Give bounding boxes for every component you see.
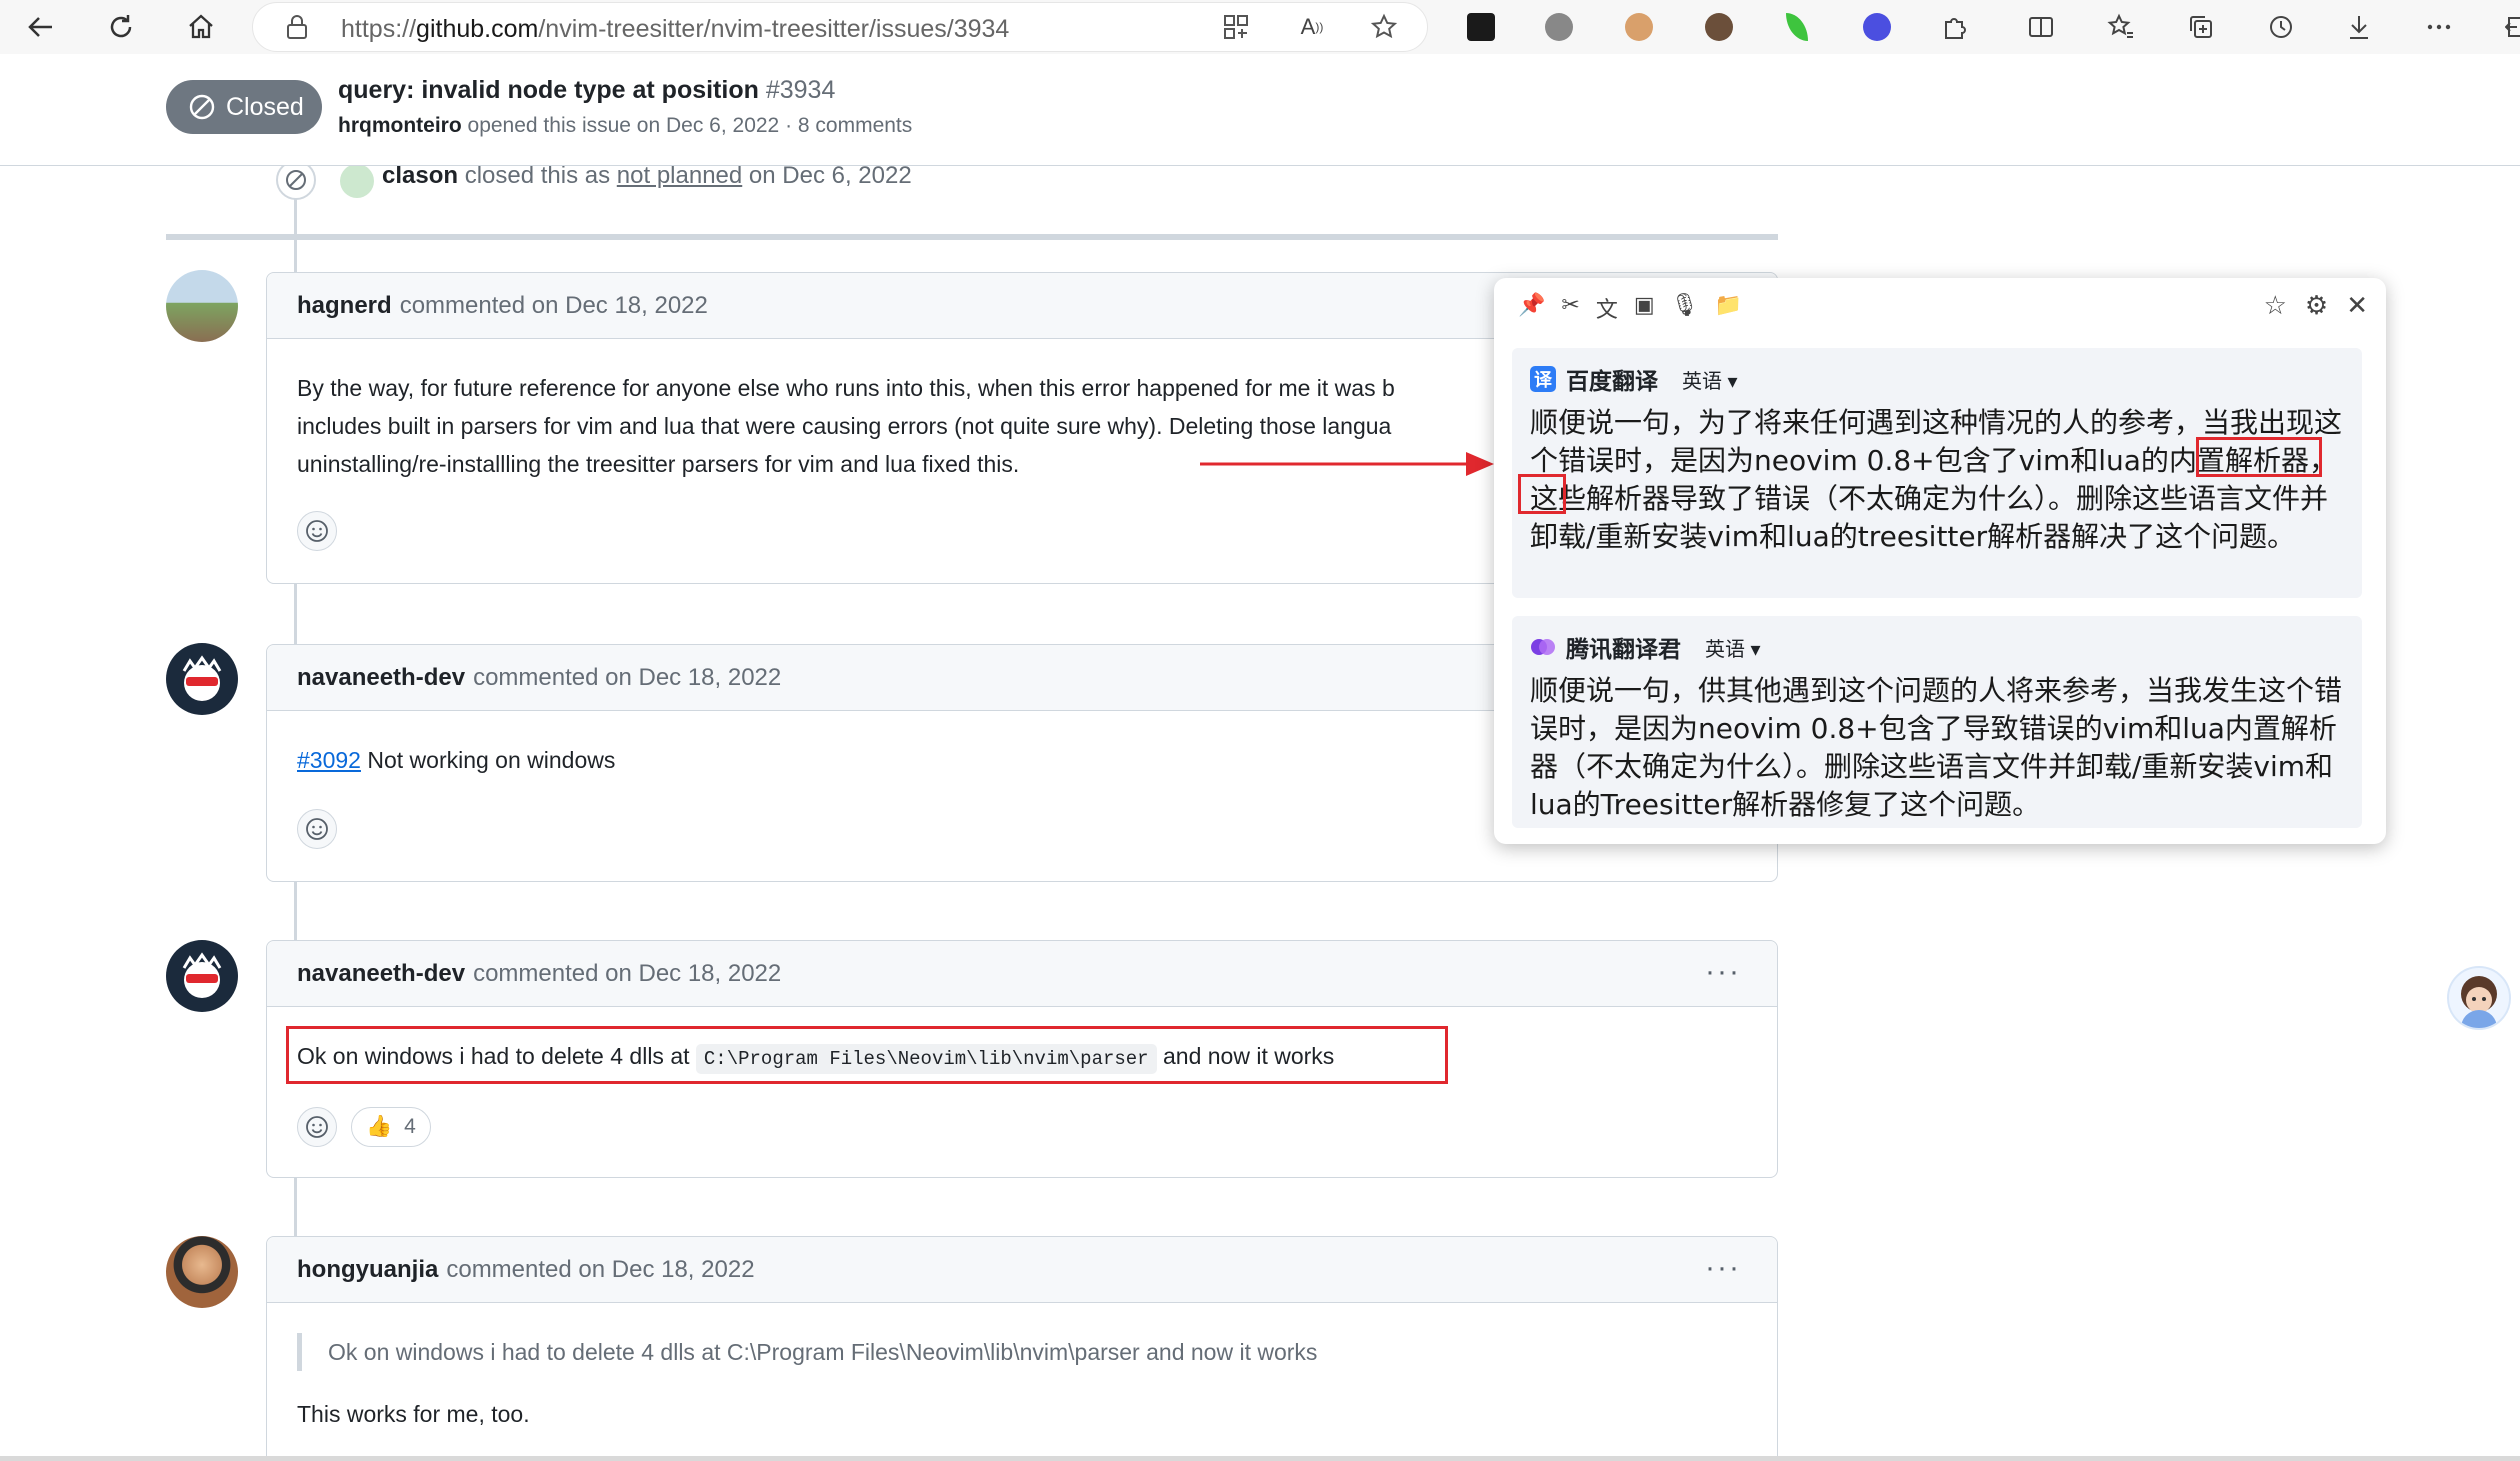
closed-event-icon	[276, 160, 316, 200]
favorite-star-icon[interactable]	[1363, 6, 1405, 48]
comment-card: hongyuanjia commented on Dec 18, 2022 ··…	[266, 1236, 1778, 1461]
address-bar[interactable]: https://github.com/nvim-treesitter/nvim-…	[252, 2, 1428, 52]
comment-author[interactable]: hagnerd	[297, 292, 392, 320]
issue-subtitle: hrqmonteiro opened this issue on Dec 6, …	[338, 114, 913, 137]
comment-options-button[interactable]: ···	[1705, 955, 1741, 989]
avatar[interactable]	[166, 940, 238, 1012]
add-reaction-button[interactable]	[297, 1107, 337, 1147]
browser-toolbar: https://github.com/nvim-treesitter/nvim-…	[0, 0, 2520, 54]
scissors-icon[interactable]: ✂	[1561, 292, 1579, 324]
tencent-translation-text: 顺便说一句，供其他遇到这个问题的人将来参考，当我发生这个错误时，是因为neovi…	[1530, 674, 2343, 821]
language-select[interactable]: 英语 ▾	[1705, 633, 1761, 662]
downloads-icon[interactable]	[2338, 6, 2380, 48]
folder-icon[interactable]: 📁	[1715, 292, 1742, 324]
collections-icon[interactable]	[2180, 6, 2222, 48]
comment-body: Ok on windows i had to delete 4 dlls at …	[267, 1303, 1777, 1433]
smiley-icon	[306, 1116, 328, 1138]
extensions-puzzle-icon[interactable]	[1934, 6, 1976, 48]
add-reaction-button[interactable]	[297, 511, 337, 551]
baidu-translation-text: 顺便说一句，为了将来任何遇到这种情况的人的参考，当我出现这个错误时，是因为neo…	[1530, 406, 2343, 553]
closed-circle-icon	[189, 94, 215, 120]
highlight-box	[1518, 474, 1566, 514]
avatar[interactable]	[166, 643, 238, 715]
lock-icon[interactable]	[285, 14, 309, 45]
extension-badge-icon[interactable]	[1538, 6, 1580, 48]
avatar[interactable]	[166, 1236, 238, 1308]
split-screen-icon[interactable]	[2020, 6, 2062, 48]
highlight-box	[2196, 437, 2322, 477]
bottom-divider	[0, 1456, 2520, 1461]
baidu-header: 译 百度翻译 英语 ▾	[1530, 362, 2344, 396]
history-icon[interactable]	[2260, 6, 2302, 48]
red-arrow	[1200, 452, 1494, 476]
extension-leaf-icon[interactable]	[1776, 6, 1818, 48]
not-planned-link[interactable]: not planned	[617, 162, 742, 189]
comment-author[interactable]: hongyuanjia	[297, 1256, 438, 1284]
popup-actions: ☆ ⚙ ✕	[2264, 290, 2368, 321]
issue-title: query: invalid node type at position #39…	[338, 76, 836, 104]
read-aloud-icon[interactable]: A))	[1291, 6, 1333, 48]
extension-profile-icon[interactable]	[1698, 6, 1740, 48]
extension-swirl-icon[interactable]	[1856, 6, 1898, 48]
sticky-issue-header: Closed query: invalid node type at posit…	[0, 54, 2520, 166]
language-select[interactable]: 英语 ▾	[1682, 365, 1738, 394]
avatar[interactable]	[166, 270, 238, 342]
comment-header: hongyuanjia commented on Dec 18, 2022	[267, 1237, 1777, 1303]
translate-icon[interactable]: 文	[1596, 292, 1618, 324]
thumbs-up-icon: 👍	[366, 1115, 393, 1138]
smiley-icon	[306, 818, 328, 840]
more-menu-icon[interactable]	[2418, 6, 2460, 48]
issue-author[interactable]: hrqmonteiro	[338, 114, 462, 137]
sidebar-toggle-icon[interactable]	[2496, 6, 2520, 48]
smiley-icon	[306, 520, 328, 542]
avatar[interactable]	[340, 164, 374, 198]
microphone-icon[interactable]: 🎙	[1671, 292, 1699, 324]
comment-author[interactable]: navaneeth-dev	[297, 664, 465, 692]
comment-header: navaneeth-dev commented on Dec 18, 2022	[267, 941, 1777, 1007]
issue-link[interactable]: #3092	[297, 747, 361, 773]
app-grid-icon[interactable]	[1215, 6, 1257, 48]
image-icon[interactable]: ▣	[1634, 292, 1655, 324]
highlight-box	[286, 1026, 1448, 1084]
closed-status-badge: Closed	[166, 80, 322, 134]
tencent-logo-icon	[1530, 636, 1556, 658]
thumbs-up-reaction[interactable]: 👍 4	[351, 1107, 431, 1147]
quote-block: Ok on windows i had to delete 4 dlls at …	[297, 1333, 1747, 1371]
popup-toolbar: 📌 ✂ 文 ▣ 🎙 📁	[1518, 292, 1742, 324]
comment-options-button[interactable]: ···	[1705, 1251, 1741, 1285]
translation-popup: 📌 ✂ 文 ▣ 🎙 📁 ☆ ⚙ ✕ 译 百度翻译 英语 ▾ 顺便说一句，为了将来…	[1494, 278, 2386, 844]
extension-chart-icon[interactable]	[1460, 6, 1502, 48]
favorites-icon[interactable]	[2100, 6, 2142, 48]
close-event-user[interactable]: clason	[382, 162, 458, 189]
back-icon[interactable]	[18, 4, 64, 50]
issue-number: #3934	[765, 76, 836, 104]
star-icon[interactable]: ☆	[2264, 290, 2287, 321]
gear-icon[interactable]: ⚙	[2305, 290, 2328, 321]
close-event-text: clason closed this as not planned on Dec…	[382, 162, 912, 189]
pin-icon[interactable]: 📌	[1518, 292, 1545, 324]
close-icon[interactable]: ✕	[2346, 290, 2368, 321]
url-text: https://github.com/nvim-treesitter/nvim-…	[341, 15, 1010, 43]
assistant-avatar[interactable]	[2447, 966, 2511, 1030]
refresh-icon[interactable]	[98, 4, 144, 50]
tencent-header: 腾讯翻译君 英语 ▾	[1530, 630, 2344, 664]
tencent-translation-card: 腾讯翻译君 英语 ▾ 顺便说一句，供其他遇到这个问题的人将来参考，当我发生这个错…	[1512, 616, 2362, 828]
home-icon[interactable]	[178, 4, 224, 50]
comment-author[interactable]: navaneeth-dev	[297, 960, 465, 988]
timeline-separator	[166, 234, 1778, 240]
extension-avatar-icon[interactable]	[1618, 6, 1660, 48]
baidu-logo-icon: 译	[1530, 366, 1556, 392]
add-reaction-button[interactable]	[297, 809, 337, 849]
